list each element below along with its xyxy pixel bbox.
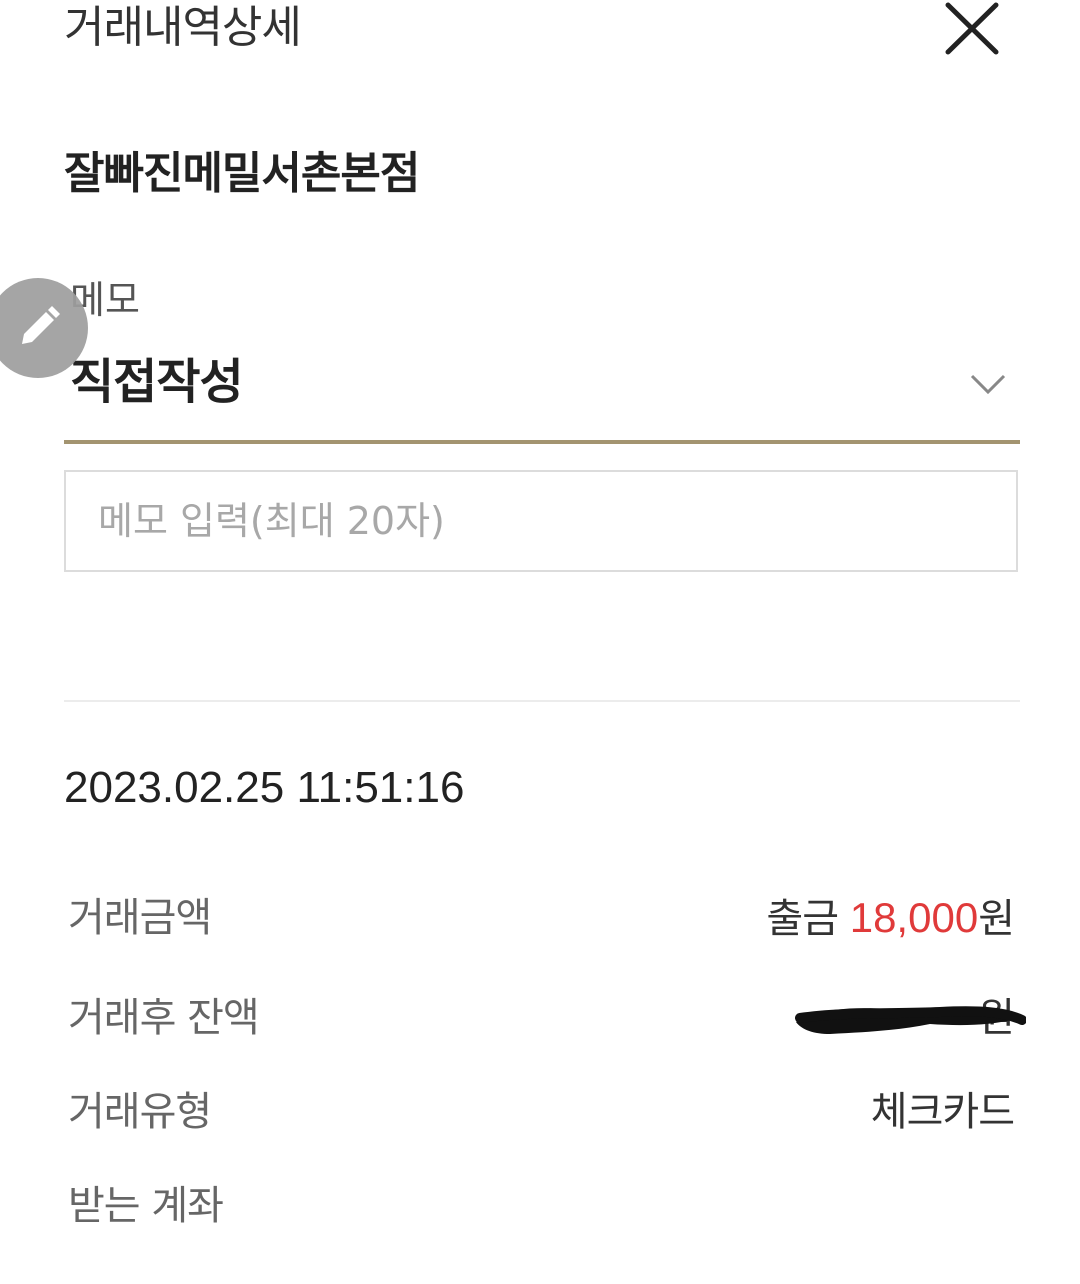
memo-type-dropdown[interactable]: 직접작성: [64, 340, 1020, 444]
divider: [64, 700, 1020, 702]
pencil-icon: [22, 306, 60, 344]
chevron-down-icon: [970, 374, 1006, 395]
amount-label: 거래금액: [68, 895, 212, 941]
memo-input[interactable]: [64, 470, 1018, 572]
amount-value: 출금 18,000원: [766, 892, 1015, 945]
balance-label: 거래후 잔액: [68, 995, 260, 1041]
amount-unit: 원: [978, 896, 1015, 942]
redaction-scribble: [795, 1006, 1026, 1034]
close-button[interactable]: [940, 0, 1004, 60]
type-label: 거래유형: [68, 1089, 212, 1135]
merchant-name: 잘빠진메밀서촌본점: [64, 148, 420, 199]
memo-type-selected: 직접작성: [70, 354, 244, 410]
type-value: 체크카드: [870, 1089, 1015, 1135]
close-icon: [945, 2, 999, 55]
receiving-account-label: 받는 계좌: [68, 1183, 224, 1229]
amount-prefix: 출금: [766, 896, 839, 942]
amount-number: 18,000: [849, 894, 979, 941]
transaction-datetime: 2023.02.25 11:51:16: [64, 763, 465, 812]
page-title: 거래내역상세: [64, 2, 302, 53]
